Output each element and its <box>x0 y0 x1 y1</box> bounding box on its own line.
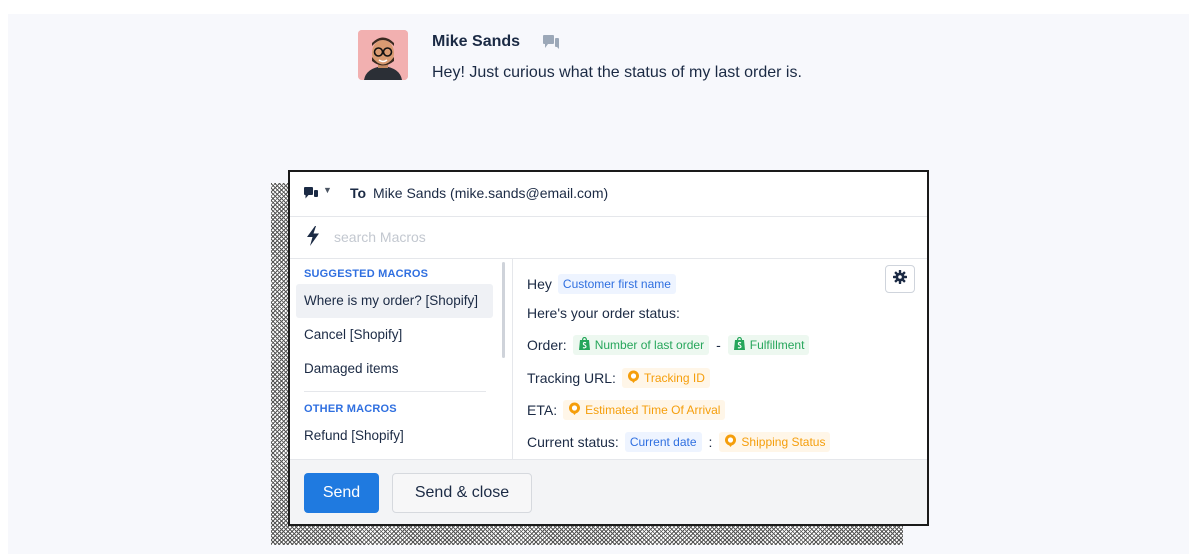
tracking-id-variable: Tracking ID <box>621 368 710 388</box>
macro-search-input[interactable] <box>334 226 734 248</box>
caret-down-icon[interactable]: ▼ <box>323 185 332 195</box>
eta-variable: Estimated Time Of Arrival <box>563 400 726 420</box>
tracking-icon <box>568 402 581 418</box>
settings-button[interactable] <box>885 265 915 293</box>
fulfillment-variable: Fulfillment <box>727 335 810 355</box>
macro-item-damaged-items[interactable]: Damaged items <box>296 352 493 386</box>
preview-order-line: Order: Number of last order - Fulfillmen… <box>527 335 810 355</box>
tracking-icon <box>724 434 737 450</box>
tracking-icon <box>627 370 640 386</box>
tracking-label: Tracking URL: <box>527 370 616 386</box>
message-text: Hey! Just curious what the status of my … <box>432 64 802 81</box>
gear-icon <box>893 269 907 289</box>
macro-list: SUGGESTED MACROS Where is my order? [Sho… <box>290 258 513 462</box>
order-label: Order: <box>527 337 567 353</box>
customer-first-name-variable: Customer first name <box>557 274 676 294</box>
chat-icon <box>542 34 560 55</box>
preview-tracking-line: Tracking URL: Tracking ID <box>527 368 710 388</box>
macro-preview: Hey Customer first name Here's your orde… <box>513 258 927 462</box>
divider <box>304 391 486 392</box>
fulfillment-text: Fulfillment <box>749 338 805 352</box>
macro-item-where-is-my-order[interactable]: Where is my order? [Shopify] <box>296 284 493 318</box>
scrollbar[interactable] <box>502 262 505 358</box>
shopify-icon <box>733 336 746 354</box>
macro-search-row <box>290 216 927 259</box>
preview-intro-line: Here's your order status: <box>527 305 680 321</box>
to-label: To <box>350 185 367 201</box>
greeting-text: Hey <box>527 276 552 292</box>
status-label: Current status: <box>527 434 619 450</box>
macro-item-refund[interactable]: Refund [Shopify] <box>296 419 493 453</box>
send-and-close-button[interactable]: Send & close <box>392 473 532 513</box>
shopify-icon <box>578 336 591 354</box>
current-date-variable: Current date <box>624 432 702 452</box>
composer-footer: Send Send & close <box>290 459 927 524</box>
order-number-variable: Number of last order <box>572 335 710 355</box>
preview-status-line: Current status: Current date : Shipping … <box>527 432 831 452</box>
preview-eta-line: ETA: Estimated Time Of Arrival <box>527 400 726 420</box>
order-number-text: Number of last order <box>594 338 705 352</box>
tracking-id-text: Tracking ID <box>643 371 705 385</box>
suggested-macros-title: SUGGESTED MACROS <box>304 268 429 280</box>
chat-icon[interactable] <box>304 187 318 205</box>
preview-greeting-line: Hey Customer first name <box>527 274 676 294</box>
bolt-icon <box>306 226 320 251</box>
send-button[interactable]: Send <box>304 473 379 513</box>
shipping-status-variable: Shipping Status <box>719 432 831 452</box>
reply-composer: ▼ To Mike Sands (mike.sands@email.com) S… <box>288 170 929 526</box>
other-macros-title: OTHER MACROS <box>304 403 397 415</box>
author-name: Mike Sands <box>432 33 521 50</box>
avatar <box>358 30 408 80</box>
eta-text: Estimated Time Of Arrival <box>585 403 721 417</box>
recipient-field[interactable]: Mike Sands (mike.sands@email.com) <box>373 185 608 201</box>
intro-text: Here's your order status: <box>527 305 680 321</box>
colon-separator: : <box>708 434 713 450</box>
eta-label: ETA: <box>527 402 558 418</box>
shipping-status-text: Shipping Status <box>741 435 826 449</box>
to-row: ▼ To Mike Sands (mike.sands@email.com) <box>290 172 927 217</box>
dash-separator: - <box>716 337 721 353</box>
macro-item-cancel[interactable]: Cancel [Shopify] <box>296 318 493 352</box>
